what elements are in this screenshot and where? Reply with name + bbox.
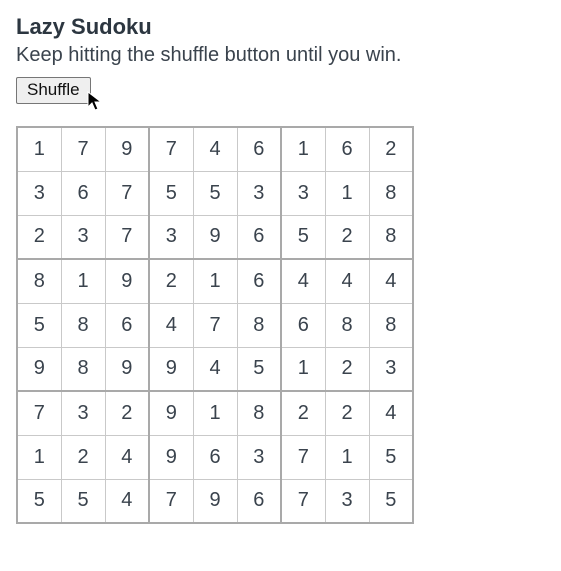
grid-cell: 1	[193, 259, 237, 303]
grid-cell: 1	[17, 435, 61, 479]
grid-cell: 4	[193, 127, 237, 171]
grid-cell: 9	[105, 347, 149, 391]
grid-cell: 3	[281, 171, 325, 215]
grid-cell: 2	[17, 215, 61, 259]
grid-cell: 6	[281, 303, 325, 347]
grid-cell: 8	[61, 347, 105, 391]
grid-cell: 4	[149, 303, 193, 347]
page-title: Lazy Sudoku	[16, 14, 545, 40]
grid-cell: 3	[61, 215, 105, 259]
grid-cell: 6	[61, 171, 105, 215]
grid-cell: 5	[61, 479, 105, 523]
grid-cell: 4	[369, 259, 413, 303]
grid-cell: 4	[105, 435, 149, 479]
grid-cell: 3	[237, 171, 281, 215]
grid-cell: 4	[281, 259, 325, 303]
grid-cell: 8	[61, 303, 105, 347]
grid-cell: 3	[61, 391, 105, 435]
grid-cell: 7	[149, 479, 193, 523]
grid-cell: 9	[105, 127, 149, 171]
grid-cell: 1	[325, 435, 369, 479]
grid-cell: 9	[193, 215, 237, 259]
grid-cell: 5	[149, 171, 193, 215]
grid-cell: 4	[105, 479, 149, 523]
grid-cell: 2	[281, 391, 325, 435]
grid-cell: 2	[325, 391, 369, 435]
grid-cell: 6	[237, 479, 281, 523]
grid-cell: 7	[281, 435, 325, 479]
grid-cell: 1	[281, 347, 325, 391]
grid-cell: 8	[369, 215, 413, 259]
grid-cell: 3	[149, 215, 193, 259]
grid-cell: 8	[369, 303, 413, 347]
grid-cell: 8	[369, 171, 413, 215]
grid-cell: 8	[237, 303, 281, 347]
grid-cell: 9	[149, 435, 193, 479]
grid-cell: 1	[17, 127, 61, 171]
grid-cell: 4	[325, 259, 369, 303]
grid-cell: 4	[369, 391, 413, 435]
grid-cell: 3	[17, 171, 61, 215]
grid-cell: 2	[105, 391, 149, 435]
grid-cell: 7	[149, 127, 193, 171]
grid-cell: 1	[325, 171, 369, 215]
grid-cell: 8	[17, 259, 61, 303]
grid-cell: 1	[281, 127, 325, 171]
shuffle-button[interactable]: Shuffle	[16, 77, 91, 104]
grid-cell: 2	[149, 259, 193, 303]
grid-cell: 6	[237, 127, 281, 171]
grid-cell: 2	[325, 347, 369, 391]
grid-cell: 7	[281, 479, 325, 523]
grid-cell: 5	[281, 215, 325, 259]
grid-cell: 6	[237, 215, 281, 259]
grid-cell: 1	[61, 259, 105, 303]
grid-cell: 8	[325, 303, 369, 347]
grid-cell: 9	[193, 479, 237, 523]
grid-cell: 9	[17, 347, 61, 391]
page-subtitle: Keep hitting the shuffle button until yo…	[16, 44, 545, 67]
grid-cell: 3	[369, 347, 413, 391]
grid-cell: 5	[17, 479, 61, 523]
grid-cell: 9	[149, 347, 193, 391]
grid-cell: 5	[369, 435, 413, 479]
grid-cell: 8	[237, 391, 281, 435]
grid-cell: 4	[193, 347, 237, 391]
grid-cell: 9	[105, 259, 149, 303]
grid-cell: 2	[61, 435, 105, 479]
grid-cell: 6	[325, 127, 369, 171]
grid-cell: 5	[369, 479, 413, 523]
grid-cell: 6	[105, 303, 149, 347]
grid-cell: 7	[17, 391, 61, 435]
grid-cell: 7	[61, 127, 105, 171]
grid-cell: 6	[193, 435, 237, 479]
grid-cell: 5	[237, 347, 281, 391]
grid-cell: 2	[325, 215, 369, 259]
grid-cell: 7	[193, 303, 237, 347]
grid-cell: 9	[149, 391, 193, 435]
grid-cell: 2	[369, 127, 413, 171]
grid-cell: 3	[325, 479, 369, 523]
grid-cell: 5	[17, 303, 61, 347]
grid-cell: 3	[237, 435, 281, 479]
grid-cell: 6	[237, 259, 281, 303]
grid-cell: 5	[193, 171, 237, 215]
sudoku-grid: 1797461623675533182373965288192164445864…	[16, 126, 414, 524]
grid-cell: 1	[193, 391, 237, 435]
grid-cell: 7	[105, 215, 149, 259]
grid-cell: 7	[105, 171, 149, 215]
